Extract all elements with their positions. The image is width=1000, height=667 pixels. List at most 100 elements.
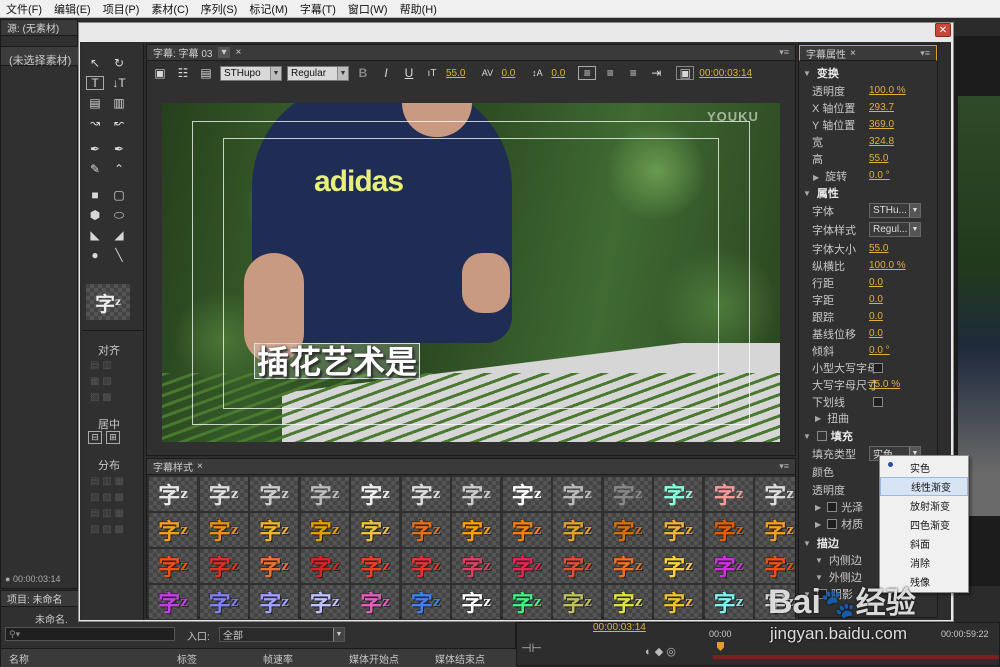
align-right-icon[interactable]: ≡: [624, 66, 642, 80]
col-media-start[interactable]: 媒体开始点: [349, 651, 435, 666]
vertical-area-type-icon[interactable]: ▥: [110, 96, 128, 110]
title-style-swatch[interactable]: 字z: [351, 549, 399, 583]
rotation-value[interactable]: 0.0 °: [869, 170, 890, 181]
new-title-icon[interactable]: ▣: [151, 66, 169, 80]
styles-panel-menu-icon[interactable]: ▾≡: [779, 461, 789, 472]
title-style-swatch[interactable]: 字z: [502, 549, 551, 583]
title-style-swatch[interactable]: 字z: [351, 585, 399, 619]
title-style-swatch[interactable]: 字z: [199, 513, 248, 547]
title-style-swatch[interactable]: 字z: [401, 585, 450, 619]
inpoint-select[interactable]: 全部 ▼: [219, 627, 345, 642]
menu-marker[interactable]: 标记(M): [243, 1, 294, 17]
menu-clip[interactable]: 素材(C): [145, 1, 194, 17]
rounded-corner-rect-icon[interactable]: ⬭: [110, 208, 128, 222]
title-style-swatch[interactable]: 字z: [502, 585, 551, 619]
stroke-section[interactable]: ▼ 描边: [799, 535, 839, 551]
fill-option-four-color[interactable]: 四色渐变: [880, 515, 968, 534]
project-item[interactable]: 未命名.: [35, 611, 68, 626]
tracking-value[interactable]: 0.0: [869, 311, 883, 322]
arc-tool-icon[interactable]: ◢: [110, 228, 128, 242]
y-position-value[interactable]: 369.0: [869, 119, 894, 130]
properties-tab-close-icon[interactable]: ×: [850, 48, 856, 59]
title-style-swatch[interactable]: 字z: [452, 513, 500, 547]
title-style-swatch[interactable]: 字z: [704, 549, 753, 583]
baseline-value[interactable]: 0.0: [869, 328, 883, 339]
title-style-swatch[interactable]: 字z: [654, 477, 702, 511]
inner-stroke-row[interactable]: ▼ 内侧边: [799, 552, 862, 568]
center-horizontal-icon[interactable]: ⊟: [88, 431, 102, 444]
fill-checkbox[interactable]: [816, 431, 827, 441]
title-style-swatch[interactable]: 字z: [401, 513, 450, 547]
tab-stops-icon[interactable]: ⇥: [647, 66, 665, 80]
title-style-swatch[interactable]: 字z: [553, 513, 601, 547]
title-style-swatch[interactable]: 字z: [553, 477, 601, 511]
menu-sequence[interactable]: 序列(S): [195, 1, 244, 17]
leading-value[interactable]: 0.0: [551, 68, 565, 79]
title-style-swatch[interactable]: 字z: [149, 477, 197, 511]
title-style-swatch[interactable]: 字z: [149, 513, 197, 547]
col-media-end[interactable]: 媒体结束点: [435, 651, 517, 666]
close-window-button[interactable]: ✕: [935, 23, 951, 37]
timeline-timecode[interactable]: 00:00:03:14: [593, 622, 646, 633]
video-frame[interactable]: adidas YOUKU 插花艺术是: [162, 103, 780, 442]
title-style-swatch[interactable]: 字z: [199, 549, 248, 583]
snap-icon[interactable]: ◐ ◆ ◎: [645, 645, 676, 658]
menu-project[interactable]: 项目(P): [97, 1, 146, 17]
styles-tab-label[interactable]: 字幕样式: [153, 459, 193, 474]
texture-checkbox[interactable]: [827, 519, 838, 529]
playhead[interactable]: [717, 642, 724, 651]
col-name[interactable]: 名称: [1, 651, 177, 666]
font-family-select[interactable]: STHu... ▼: [869, 203, 921, 218]
title-style-swatch[interactable]: 字z: [654, 513, 702, 547]
templates-icon[interactable]: ▤: [197, 66, 215, 80]
title-style-swatch[interactable]: 字z: [704, 477, 753, 511]
selection-tool-icon[interactable]: ↖: [86, 56, 104, 70]
title-style-swatch[interactable]: 字z: [300, 477, 349, 511]
underline-icon[interactable]: U: [400, 66, 418, 80]
title-style-swatch[interactable]: 字z: [603, 477, 652, 511]
col-fps[interactable]: 帧速率: [263, 651, 349, 666]
pen-tool-icon[interactable]: ✒: [86, 142, 104, 156]
bold-icon[interactable]: B: [354, 66, 372, 80]
title-style-swatch[interactable]: 字z: [250, 585, 298, 619]
smallcaps-checkbox[interactable]: [873, 362, 883, 373]
font-select[interactable]: STHupo ▼: [220, 65, 282, 81]
title-style-swatch[interactable]: 字z: [553, 549, 601, 583]
title-tab-label[interactable]: 字幕: 字幕 03: [153, 45, 212, 60]
project-search-input[interactable]: ⚲▾: [5, 627, 175, 641]
distort-subsection[interactable]: ▶ 扭曲: [799, 410, 849, 426]
show-video-icon[interactable]: ▣: [676, 66, 695, 80]
title-text-object[interactable]: 插花艺术是: [254, 343, 421, 380]
rounded-rect-tool-icon[interactable]: ▢: [110, 188, 128, 202]
title-style-swatch[interactable]: 字z: [149, 585, 197, 619]
italic-icon[interactable]: I: [377, 66, 395, 80]
fill-option-bevel[interactable]: 斜面: [880, 534, 968, 553]
title-timecode[interactable]: 00:00:03:14: [699, 68, 752, 79]
title-style-swatch[interactable]: 字z: [401, 549, 450, 583]
align-left-icon[interactable]: ≡: [578, 66, 597, 80]
title-tab-close-icon[interactable]: ×: [236, 47, 242, 58]
font-style-prop-select[interactable]: Regul... ▼: [869, 222, 921, 237]
menu-file[interactable]: 文件(F): [0, 1, 48, 17]
title-style-swatch[interactable]: 字z: [704, 513, 753, 547]
font-size-value[interactable]: 55.0: [446, 68, 465, 79]
title-style-swatch[interactable]: 字z: [199, 477, 248, 511]
vertical-path-type-icon[interactable]: ↜: [110, 116, 128, 130]
title-style-swatch[interactable]: 字z: [704, 585, 753, 619]
rotation-tool-icon[interactable]: ↻: [110, 56, 128, 70]
roll-crawl-icon[interactable]: ☷: [174, 66, 192, 80]
title-style-swatch[interactable]: 字z: [755, 477, 795, 511]
fill-option-radial-gradient[interactable]: 放射渐变: [880, 496, 968, 515]
menu-help[interactable]: 帮助(H): [394, 1, 443, 17]
title-style-swatch[interactable]: 字z: [401, 477, 450, 511]
area-type-tool-icon[interactable]: ▤: [86, 96, 104, 110]
timeline-tools[interactable]: ⊣⊢: [521, 641, 542, 655]
properties-section[interactable]: ▼ 属性: [799, 185, 839, 201]
font-style-select[interactable]: Regular ▼: [287, 65, 349, 81]
align-center-icon[interactable]: ≡: [601, 66, 619, 80]
delete-anchor-icon[interactable]: ✒: [110, 142, 128, 156]
title-tab-dropdown-icon[interactable]: ▾: [218, 47, 230, 58]
source-tab[interactable]: 源: (无素材): [1, 20, 77, 36]
title-style-swatch[interactable]: 字z: [300, 585, 349, 619]
menu-edit[interactable]: 编辑(E): [48, 1, 97, 17]
